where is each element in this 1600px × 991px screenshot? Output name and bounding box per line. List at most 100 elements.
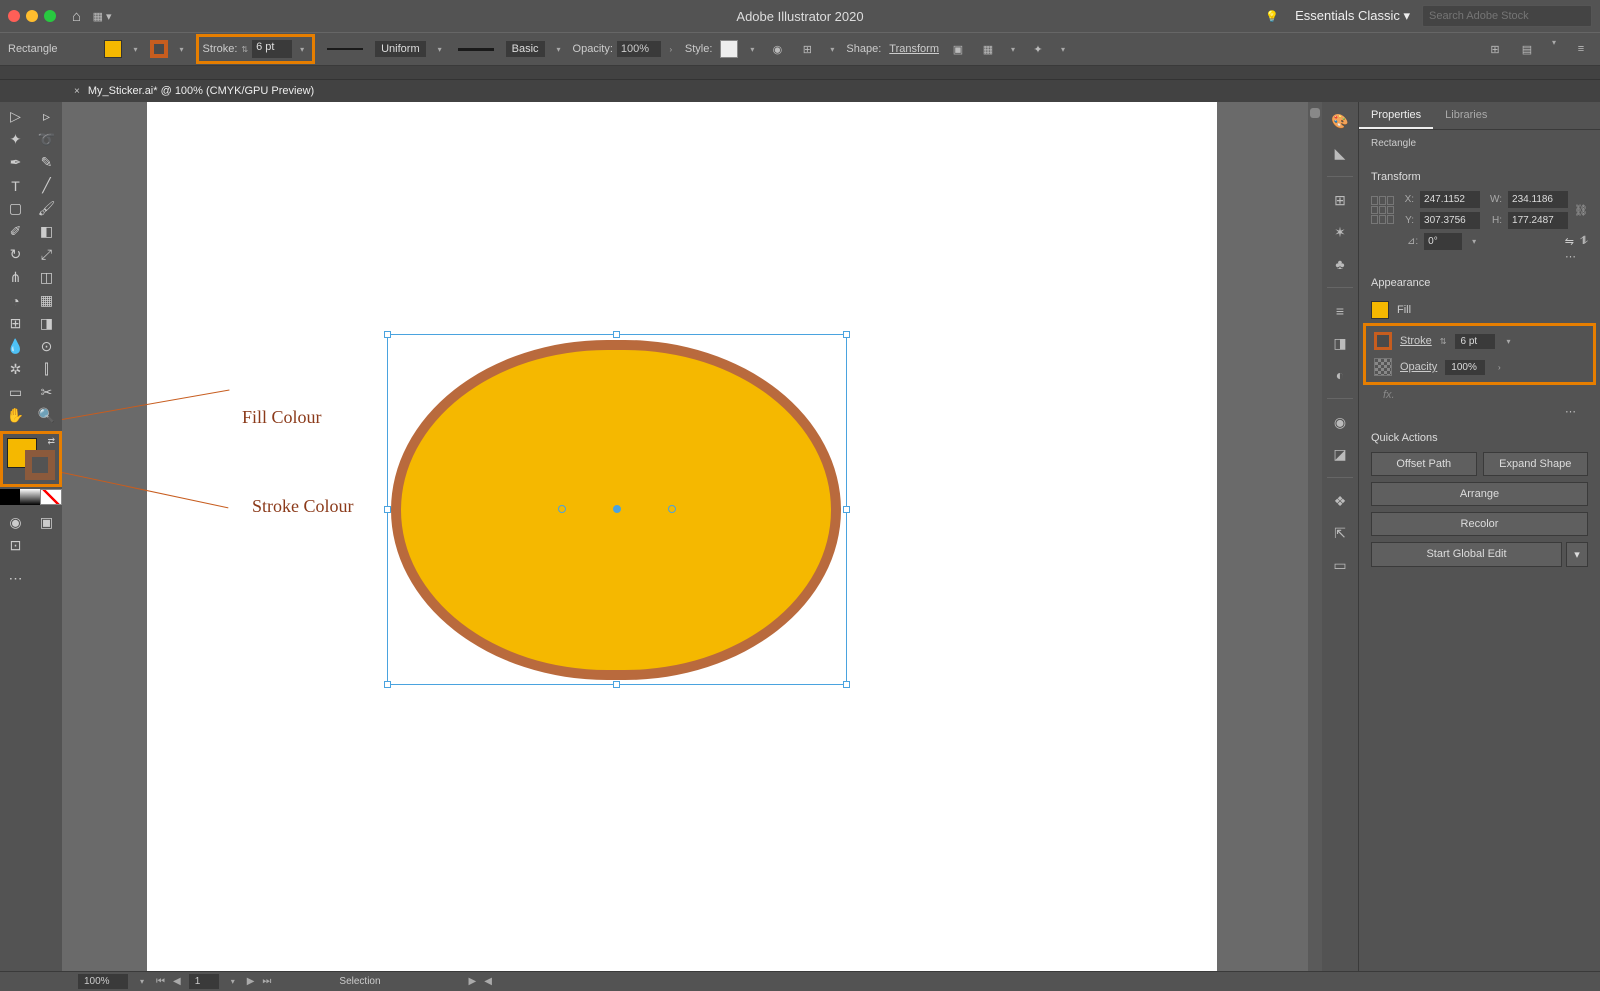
x-input[interactable] (1420, 191, 1480, 208)
recolor-button[interactable]: Recolor (1371, 512, 1588, 536)
gradient-tool[interactable]: ◨ (31, 312, 62, 335)
perspective-tool[interactable]: ▦ (31, 289, 62, 312)
rectangle-tool[interactable]: ▢ (0, 197, 31, 220)
artboards-icon[interactable]: ▭ (1326, 552, 1354, 578)
appearance-stroke-swatch[interactable] (1374, 332, 1392, 350)
line-tool[interactable]: ╱ (31, 174, 62, 197)
resize-handle[interactable] (613, 331, 620, 338)
status-play-icon[interactable]: ▶ (469, 976, 477, 987)
arrange-documents-icon[interactable]: ▦ ▾ (91, 5, 113, 27)
brushes-icon[interactable]: ✶ (1326, 219, 1354, 245)
graphic-style-swatch[interactable] (720, 40, 738, 58)
fx-row[interactable]: fx. (1371, 385, 1588, 405)
stroke-swatch[interactable] (150, 40, 168, 58)
fill-stroke-control[interactable]: ⇄ (0, 431, 62, 487)
appearance-icon[interactable]: ◉ (1326, 409, 1354, 435)
stroke-weight-dropdown[interactable]: ▾ (296, 45, 308, 54)
stroke-weight-input[interactable]: 6 pt (252, 40, 292, 58)
window-close-icon[interactable] (8, 10, 20, 22)
grid-icon[interactable]: ⊞ (1484, 38, 1506, 60)
color-guide-icon[interactable]: ◣ (1326, 140, 1354, 166)
flip-vertical-icon[interactable]: ⥮ (1580, 235, 1588, 248)
transform-link[interactable]: Transform (889, 43, 939, 55)
zoom-dd[interactable]: ▾ (136, 977, 148, 986)
eraser-tool[interactable]: ◧ (31, 220, 62, 243)
artboard-number[interactable]: 1 (189, 974, 219, 989)
profile-dropdown[interactable]: ▾ (434, 45, 446, 54)
eyedropper-tool[interactable]: 💧 (0, 335, 31, 358)
paintbrush-tool[interactable]: 🖌 (31, 197, 62, 220)
wand-dd[interactable]: ▾ (1057, 45, 1069, 54)
blend-tool[interactable]: ⊙ (31, 335, 62, 358)
selection-tool[interactable]: ▷ (0, 105, 31, 128)
graph-tool[interactable]: ⫿ (31, 358, 62, 381)
resize-handle[interactable] (613, 681, 620, 688)
appearance-stroke-value[interactable]: 6 pt (1455, 334, 1495, 349)
appearance-opacity-popup[interactable]: › (1493, 363, 1505, 372)
global-edit-dd[interactable]: ▾ (1566, 542, 1588, 567)
workspace-switcher[interactable]: Essentials Classic ▾ (1295, 8, 1410, 24)
resize-handle[interactable] (843, 681, 850, 688)
opacity-input[interactable]: 100% (617, 41, 661, 57)
resize-handle[interactable] (384, 681, 391, 688)
mesh-tool[interactable]: ⊞ (0, 312, 31, 335)
color-mode-solid[interactable] (0, 489, 20, 505)
document-tab[interactable]: × My_Sticker.ai* @ 100% (CMYK/GPU Previe… (74, 85, 314, 97)
window-minimize-icon[interactable] (26, 10, 38, 22)
prev-artboard-icon[interactable]: ◀ (173, 976, 181, 987)
align-dd[interactable]: ▾ (826, 45, 838, 54)
symbols-icon[interactable]: ♣ (1326, 251, 1354, 277)
profile-select[interactable]: Uniform (375, 41, 426, 57)
isolate-icon[interactable]: ▣ (947, 38, 969, 60)
edit-toolbar-icon[interactable]: ⋯ (0, 567, 31, 590)
gradient-panel-icon[interactable]: ◨ (1326, 330, 1354, 356)
flip-horizontal-icon[interactable]: ⇋ (1565, 235, 1574, 248)
resize-handle[interactable] (843, 506, 850, 513)
h-input[interactable] (1508, 212, 1568, 229)
color-mode-none[interactable] (40, 489, 62, 505)
next-artboard-icon[interactable]: ▶ (247, 976, 255, 987)
appearance-opacity-value[interactable]: 100% (1445, 360, 1485, 375)
style-dropdown[interactable]: ▾ (746, 45, 758, 54)
swatches-icon[interactable]: ⊞ (1326, 187, 1354, 213)
symbol-sprayer-tool[interactable]: ✲ (0, 358, 31, 381)
align-icon[interactable]: ⊞ (796, 38, 818, 60)
appearance-opacity-label[interactable]: Opacity (1400, 361, 1437, 373)
arrange-button[interactable]: Arrange (1371, 482, 1588, 506)
screen-mode-icon[interactable]: ▣ (31, 511, 62, 534)
transparency-icon[interactable]: ◐ (1326, 362, 1354, 388)
stroke-color-box[interactable] (25, 450, 55, 480)
more-options-icon[interactable]: ⋯ (1371, 250, 1588, 263)
zoom-tool[interactable]: 🔍 (31, 404, 62, 427)
shape-builder-tool[interactable]: ◔ (0, 289, 31, 312)
close-tab-icon[interactable]: × (74, 86, 80, 97)
resize-handle[interactable] (843, 331, 850, 338)
canvas-area[interactable]: Fill Colour Stroke Colour (62, 102, 1322, 971)
appearance-fill-swatch[interactable] (1371, 301, 1389, 319)
shaper-tool[interactable]: ✐ (0, 220, 31, 243)
window-zoom-icon[interactable] (44, 10, 56, 22)
stroke-dropdown-icon[interactable]: ▾ (176, 45, 188, 54)
center-point[interactable] (613, 505, 621, 513)
free-transform-tool[interactable]: ◫ (31, 266, 62, 289)
tab-properties[interactable]: Properties (1359, 102, 1433, 129)
trans-dd[interactable]: ▾ (1007, 45, 1019, 54)
swap-fill-stroke-icon[interactable]: ⇄ (47, 436, 55, 447)
edit-icon[interactable]: ▦ (977, 38, 999, 60)
search-stock-input[interactable] (1422, 5, 1592, 27)
curvature-tool[interactable]: ✎ (31, 151, 62, 174)
selection-bounding-box[interactable] (387, 334, 847, 685)
corner-widget[interactable] (558, 505, 566, 513)
artboard-tool[interactable]: ▭ (0, 381, 31, 404)
lasso-tool[interactable]: ➰ (31, 128, 62, 151)
tab-libraries[interactable]: Libraries (1433, 102, 1499, 129)
appearance-stroke-label[interactable]: Stroke (1400, 335, 1432, 347)
direct-selection-tool[interactable]: ▹ (31, 105, 62, 128)
fill-swatch[interactable] (104, 40, 122, 58)
graphic-styles-icon[interactable]: ◪ (1326, 441, 1354, 467)
zoom-level[interactable]: 100% (78, 974, 128, 989)
tips-icon[interactable]: 💡 (1261, 5, 1283, 27)
link-wh-icon[interactable]: ⛓ (1574, 204, 1588, 217)
resize-handle[interactable] (384, 506, 391, 513)
artboard-dd[interactable]: ▾ (227, 977, 239, 986)
